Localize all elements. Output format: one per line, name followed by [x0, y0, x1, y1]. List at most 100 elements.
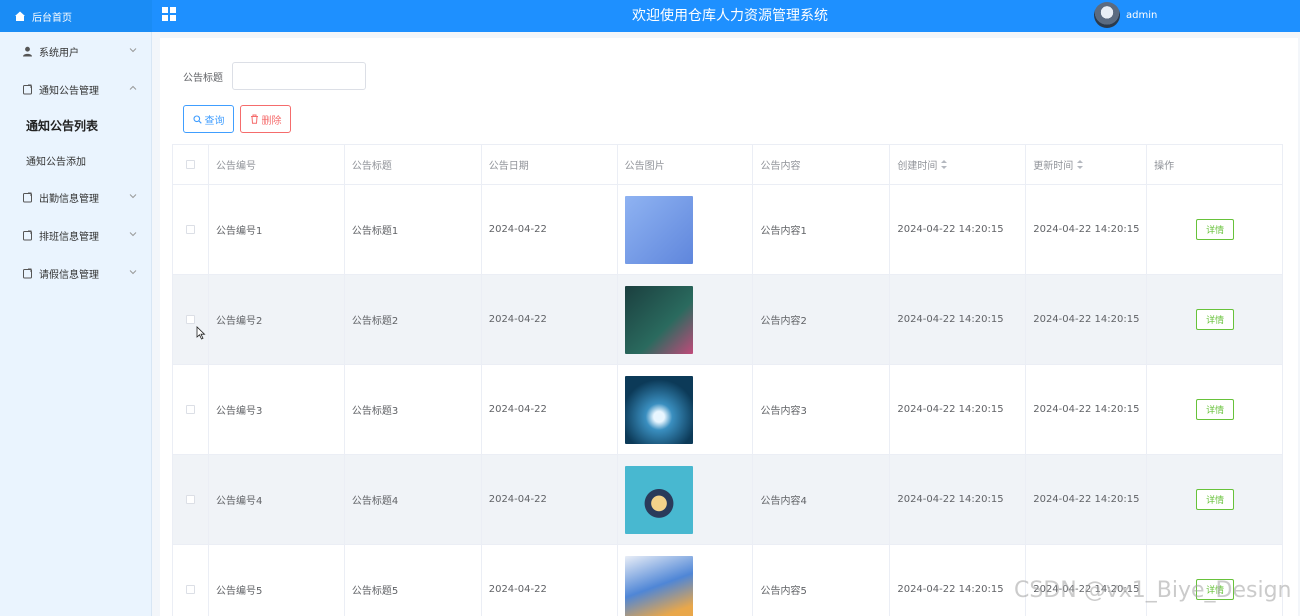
- select-all-cell: [173, 145, 209, 184]
- chevron-down-icon: [129, 194, 137, 199]
- chevron-up-icon: [129, 85, 137, 90]
- cell-image: [618, 365, 754, 454]
- detail-button[interactable]: 详情: [1196, 489, 1235, 510]
- table-row: 公告编号2 公告标题2 2024-04-22 公告内容2 2024-04-22 …: [173, 275, 1283, 365]
- select-all-checkbox[interactable]: [185, 160, 195, 169]
- avatar[interactable]: [1094, 2, 1120, 28]
- delete-button-label: 删除: [261, 115, 282, 127]
- column-header: 公告日期: [482, 145, 618, 184]
- table-row: 公告编号4 公告标题4 2024-04-22 公告内容4 2024-04-22 …: [173, 455, 1283, 545]
- cell-updated: 2024-04-22 14:20:15: [1026, 365, 1148, 454]
- row-checkbox[interactable]: [185, 315, 195, 324]
- cell-content: 公告内容5: [753, 545, 891, 616]
- doc-icon: [23, 84, 32, 94]
- trash-icon: [250, 114, 258, 124]
- sidebar-item-notices[interactable]: 通知公告管理: [0, 70, 151, 108]
- chevron-down-icon: [129, 48, 137, 53]
- cell-content: 公告内容3: [753, 365, 891, 454]
- row-select-cell: [173, 275, 209, 364]
- doc-icon: [23, 230, 32, 240]
- cell-created: 2024-04-22 14:20:15: [890, 275, 1027, 364]
- cell-action: 详情: [1147, 455, 1283, 544]
- row-checkbox[interactable]: [185, 405, 195, 414]
- sidebar-item-label: 排班信息管理: [39, 231, 99, 243]
- notice-thumbnail[interactable]: [624, 285, 693, 354]
- mouse-cursor-icon: [196, 326, 206, 340]
- query-button[interactable]: 查询: [183, 105, 234, 133]
- detail-button[interactable]: 详情: [1196, 219, 1235, 240]
- sidebar-item-leave[interactable]: 请假信息管理: [0, 254, 151, 292]
- sort-icon[interactable]: [941, 160, 948, 169]
- column-header-updated[interactable]: 更新时间: [1026, 145, 1148, 184]
- cell-content: 公告内容2: [753, 275, 891, 364]
- cell-title: 公告标题1: [345, 185, 482, 274]
- doc-icon: [23, 268, 32, 278]
- sidebar-subitem-notice-list[interactable]: 通知公告列表: [0, 108, 151, 143]
- column-header-label: 创建时间: [897, 161, 938, 172]
- column-header: 公告内容: [753, 145, 891, 184]
- row-select-cell: [173, 545, 209, 616]
- cell-image: [618, 275, 754, 364]
- cell-id: 公告编号1: [209, 185, 345, 274]
- row-select-cell: [173, 185, 209, 274]
- cell-date: 2024-04-22: [482, 455, 618, 544]
- cell-created: 2024-04-22 14:20:15: [890, 365, 1027, 454]
- top-bar: 后台首页 欢迎使用仓库人力资源管理系统 admin: [0, 0, 1300, 32]
- cell-id: 公告编号4: [209, 455, 345, 544]
- detail-button[interactable]: 详情: [1196, 399, 1235, 420]
- table-row: 公告编号3 公告标题3 2024-04-22 公告内容3 2024-04-22 …: [173, 365, 1283, 455]
- cell-action: 详情: [1147, 365, 1283, 454]
- delete-button[interactable]: 删除: [240, 105, 291, 133]
- sidebar-item-label: 系统用户: [39, 47, 79, 59]
- username[interactable]: admin: [1126, 0, 1157, 32]
- notice-thumbnail[interactable]: [624, 555, 693, 616]
- sidebar-item-label: 通知公告管理: [39, 85, 99, 97]
- cell-created: 2024-04-22 14:20:15: [890, 545, 1027, 616]
- doc-icon: [23, 192, 32, 202]
- cell-updated: 2024-04-22 14:20:15: [1026, 275, 1148, 364]
- chevron-down-icon: [129, 232, 137, 237]
- column-header: 操作: [1147, 145, 1283, 184]
- cell-id: 公告编号2: [209, 275, 345, 364]
- cell-id: 公告编号5: [209, 545, 345, 616]
- search-icon: [192, 114, 202, 124]
- notice-thumbnail[interactable]: [624, 195, 693, 264]
- cell-id: 公告编号3: [209, 365, 345, 454]
- row-checkbox[interactable]: [185, 585, 195, 594]
- sidebar-item-label: 出勤信息管理: [39, 193, 99, 205]
- search-input[interactable]: [232, 62, 366, 90]
- notice-thumbnail[interactable]: [624, 465, 693, 534]
- cell-date: 2024-04-22: [482, 275, 618, 364]
- cell-updated: 2024-04-22 14:20:15: [1026, 455, 1148, 544]
- cell-title: 公告标题5: [345, 545, 482, 616]
- detail-button[interactable]: 详情: [1196, 309, 1235, 330]
- sidebar-item-schedule[interactable]: 排班信息管理: [0, 216, 151, 254]
- cell-action: 详情: [1147, 185, 1283, 274]
- sidebar-item-attendance[interactable]: 出勤信息管理: [0, 178, 151, 216]
- cell-image: [618, 455, 754, 544]
- query-button-label: 查询: [204, 115, 225, 127]
- cell-date: 2024-04-22: [482, 365, 618, 454]
- column-header: 公告图片: [618, 145, 754, 184]
- watermark: CSDN @vx1_Biye_Design: [1014, 578, 1292, 603]
- sort-icon[interactable]: [1077, 160, 1084, 169]
- cell-content: 公告内容4: [753, 455, 891, 544]
- search-label: 公告标题: [183, 73, 223, 84]
- column-header-created[interactable]: 创建时间: [890, 145, 1027, 184]
- row-select-cell: [173, 365, 209, 454]
- row-checkbox[interactable]: [185, 495, 195, 504]
- row-checkbox[interactable]: [185, 225, 195, 234]
- cell-action: 详情: [1147, 275, 1283, 364]
- sidebar-subitem-notice-add[interactable]: 通知公告添加: [0, 143, 151, 178]
- table-row: 公告编号1 公告标题1 2024-04-22 公告内容1 2024-04-22 …: [173, 185, 1283, 275]
- notice-thumbnail[interactable]: [624, 375, 693, 444]
- chevron-down-icon: [129, 270, 137, 275]
- sidebar-item-label: 请假信息管理: [39, 269, 99, 281]
- column-header: 公告标题: [345, 145, 482, 184]
- column-header-label: 更新时间: [1033, 161, 1074, 172]
- sidebar-item-users[interactable]: 系统用户: [0, 32, 151, 70]
- column-header: 公告编号: [209, 145, 345, 184]
- cell-content: 公告内容1: [753, 185, 891, 274]
- cell-updated: 2024-04-22 14:20:15: [1026, 185, 1148, 274]
- main-panel: 公告标题 查询 删除 公告编号 公告标题 公告日期 公告图片 公告内容 创建时间…: [160, 38, 1298, 616]
